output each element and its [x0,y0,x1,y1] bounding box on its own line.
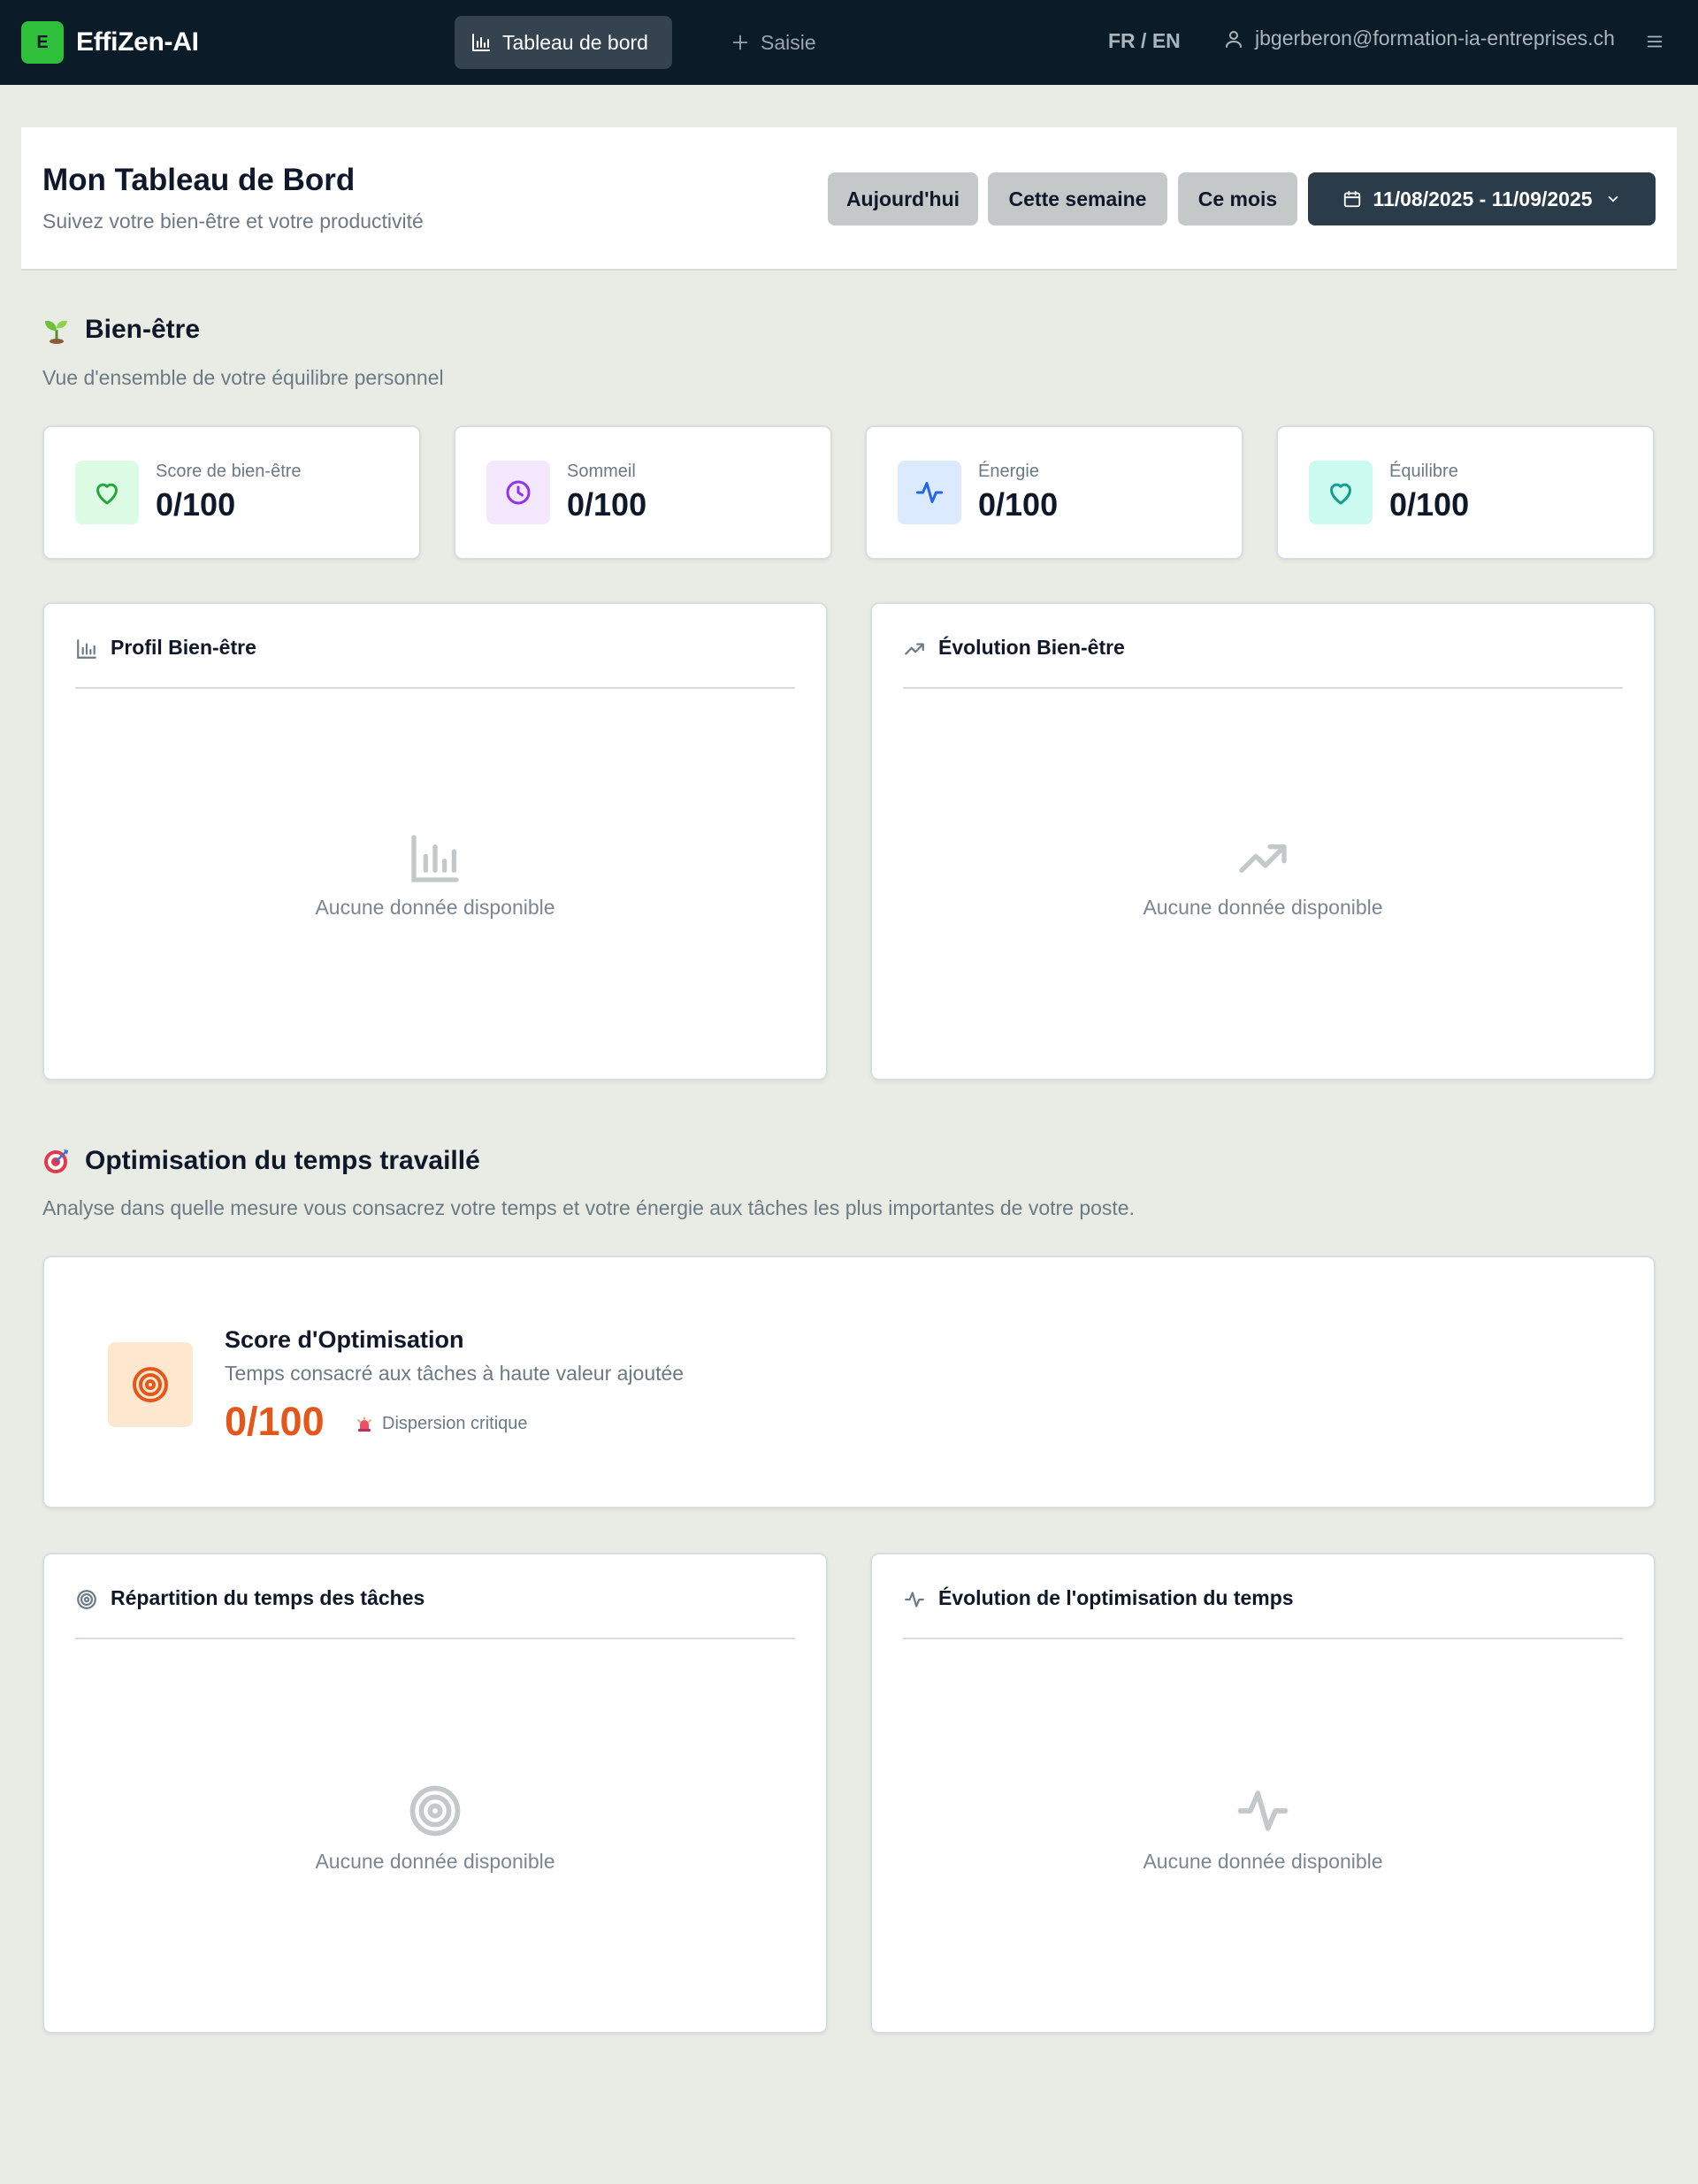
empty-state-text: Aucune donnée disponible [1143,896,1383,919]
optimization-description: Temps consacré aux tâches à haute valeur… [225,1362,685,1385]
chart-card-header: Évolution de l'optimisation du temps [903,1586,1623,1639]
page-title: Mon Tableau de Bord [42,163,356,197]
dashboard-header: Mon Tableau de Bord Suivez votre bien-êt… [21,127,1677,271]
chart-card-header: Répartition du temps des tâches [75,1586,795,1639]
top-navbar: E EffiZen-AI Tableau de bord Saisie FR /… [0,0,1698,85]
empty-state: Aucune donnée disponible [44,1781,826,1874]
rotating-light-icon [356,1416,373,1433]
direct-hit-icon [42,1147,71,1175]
nav-tab-label: Tableau de bord [502,30,648,54]
wellbeing-section-title: Bien-être [42,315,200,345]
seedling-icon [42,316,71,344]
status-text: Dispersion critique [382,1414,528,1433]
stat-value: 0/100 [978,486,1059,523]
chart-title: Évolution de l'optimisation du temps [938,1586,1294,1609]
app-name: EffiZen-AI [76,27,199,57]
hamburger-menu-icon[interactable] [1645,32,1664,51]
trending-up-icon [1235,830,1291,887]
wellbeing-section-subtitle: Vue d'ensemble de votre équilibre person… [42,366,444,389]
brand[interactable]: E EffiZen-AI [21,21,199,64]
activity-icon [898,461,961,524]
optimization-section-subtitle: Analyse dans quelle mesure vous consacre… [42,1196,1135,1219]
empty-state: Aucune donnée disponible [872,830,1654,920]
chart-title: Répartition du temps des tâches [111,1586,425,1609]
stat-value: 0/100 [567,486,647,523]
empty-state-text: Aucune donnée disponible [1143,1850,1383,1873]
chevron-down-icon [1605,191,1621,207]
calendar-icon [1342,189,1362,209]
stat-card-sleep: Sommeil 0/100 [454,425,832,560]
empty-state-text: Aucune donnée disponible [315,1850,555,1873]
chart-card-wellbeing-evolution: Évolution Bien-être Aucune donnée dispon… [870,602,1656,1081]
empty-state: Aucune donnée disponible [872,1781,1654,1874]
trending-up-icon [903,638,926,661]
logo-badge: E [21,21,64,64]
stat-card-balance: Équilibre 0/100 [1276,425,1655,560]
nav-tab-dashboard[interactable]: Tableau de bord [455,16,672,69]
chart-card-header: Évolution Bien-être [903,636,1623,689]
stat-label: Équilibre [1389,462,1458,481]
target-icon [75,1588,98,1611]
empty-state-text: Aucune donnée disponible [315,896,555,919]
stat-label: Score de bien-être [156,462,302,481]
chart-title: Profil Bien-être [111,636,256,659]
chart-card-wellbeing-profile: Profil Bien-être Aucune donnée disponibl… [42,602,828,1081]
chart-card-time-optimization-evolution: Évolution de l'optimisation du temps Auc… [870,1553,1656,2034]
page-subtitle: Suivez votre bien-être et votre producti… [42,210,424,233]
user-email: jbgerberon@formation-ia-entreprises.ch [1255,27,1615,50]
chart-title: Évolution Bien-être [938,636,1125,659]
heart-icon [75,461,139,524]
stat-card-energy: Énergie 0/100 [865,425,1243,560]
optimization-score-card: Score d'Optimisation Temps consacré aux … [42,1256,1656,1508]
chart-card-task-time-distribution: Répartition du temps des tâches Aucune d… [42,1553,828,2034]
stat-card-wellbeing-score: Score de bien-être 0/100 [42,425,421,560]
activity-icon [1233,1781,1293,1841]
clock-icon [486,461,550,524]
optimization-section-title: Optimisation du temps travaillé [42,1146,480,1176]
range-week-button[interactable]: Cette semaine [988,172,1167,225]
date-range-picker[interactable]: 11/08/2025 - 11/09/2025 [1308,172,1656,225]
activity-icon [903,1588,926,1611]
range-month-button[interactable]: Ce mois [1178,172,1297,225]
stat-label: Sommeil [567,462,636,481]
bar-chart-icon [75,638,98,661]
section-title-text: Bien-être [85,315,201,344]
language-switch[interactable]: FR / EN [1108,29,1181,53]
chart-card-header: Profil Bien-être [75,636,795,689]
user-icon [1223,28,1255,50]
target-icon [108,1342,193,1427]
stat-value: 0/100 [1389,486,1470,523]
stat-label: Énergie [978,462,1039,481]
section-title-text: Optimisation du temps travaillé [85,1146,480,1175]
optimization-title: Score d'Optimisation [225,1326,464,1353]
date-range-value: 11/08/2025 - 11/09/2025 [1373,187,1593,210]
range-today-button[interactable]: Aujourd'hui [828,172,978,225]
stat-value: 0/100 [156,486,236,523]
empty-state: Aucune donnée disponible [44,830,826,920]
optimization-score: 0/100 [225,1399,325,1444]
user-menu[interactable]: jbgerberon@formation-ia-entreprises.ch [1223,27,1615,50]
nav-tab-label: Saisie [761,30,816,54]
bar-chart-icon [407,830,463,887]
plus-icon [730,33,761,52]
target-icon [405,1781,465,1841]
heart-icon [1309,461,1373,524]
optimization-status: Dispersion critique [356,1414,528,1434]
nav-tab-saisie[interactable]: Saisie [715,16,838,69]
bar-chart-icon [470,32,502,53]
